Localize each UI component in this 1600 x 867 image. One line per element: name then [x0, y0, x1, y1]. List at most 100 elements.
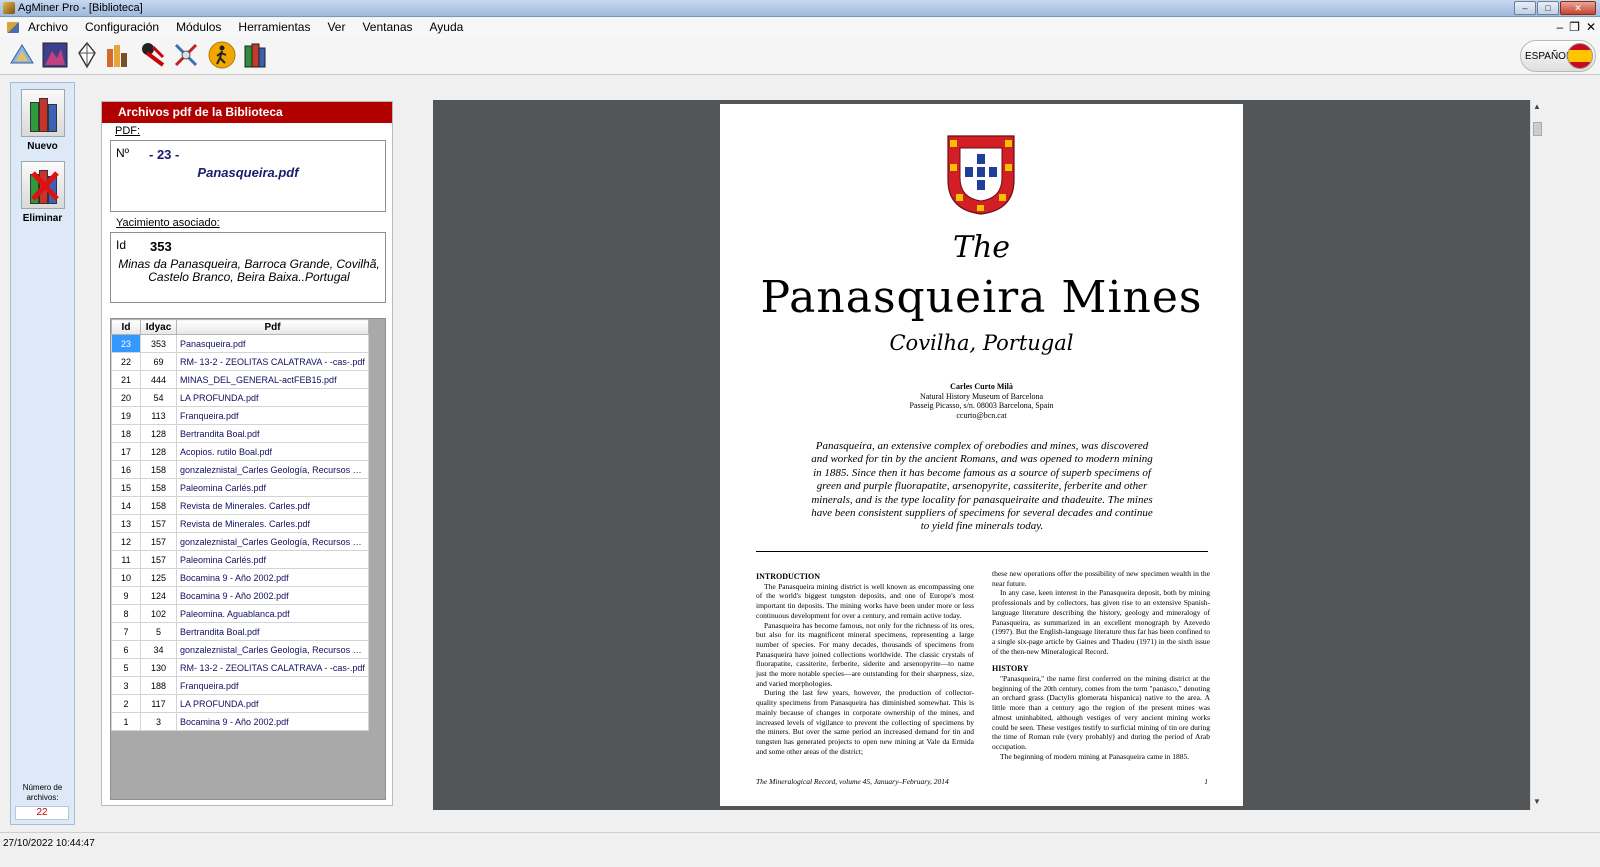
cell-id[interactable]: 14: [111, 496, 141, 515]
cell-pdf[interactable]: Bocamina 9 - Año 2002.pdf: [176, 586, 369, 605]
table-row[interactable]: 12 157 gonzaleznistal_Carles Geología, Rec…: [111, 532, 369, 551]
cell-pdf[interactable]: LA PROFUNDA.pdf: [176, 388, 369, 407]
menu-ayuda[interactable]: Ayuda: [430, 20, 464, 34]
cell-pdf[interactable]: Bertrandita Boal.pdf: [176, 424, 369, 443]
cell-id[interactable]: 2: [111, 694, 141, 713]
mountain-chart-icon[interactable]: [41, 41, 69, 69]
cell-pdf[interactable]: Paleomina Carlés.pdf: [176, 478, 369, 497]
cell-idyac[interactable]: 157: [140, 550, 177, 569]
cell-pdf[interactable]: Franqueira.pdf: [176, 406, 369, 425]
cell-idyac[interactable]: 69: [140, 352, 177, 371]
table-row[interactable]: 16 158 gonzaleznistal_Carles Geología, Rec…: [111, 460, 369, 479]
cell-idyac[interactable]: 444: [140, 370, 177, 389]
crystal-icon[interactable]: [73, 41, 101, 69]
map-compass-icon[interactable]: [8, 41, 36, 69]
column-header-pdf[interactable]: Pdf: [176, 319, 369, 335]
table-row[interactable]: 18 128 Bertrandita Boal.pdf: [111, 424, 369, 443]
cell-pdf[interactable]: Paleomina. Aguablanca.pdf: [176, 604, 369, 623]
cell-id[interactable]: 12: [111, 532, 141, 551]
menu-modulos[interactable]: Módulos: [176, 20, 221, 34]
scroll-up-icon[interactable]: ▲: [1533, 102, 1541, 111]
table-row[interactable]: 8 102 Paleomina. Aguablanca.pdf: [111, 604, 369, 623]
cell-idyac[interactable]: 158: [140, 460, 177, 479]
child-minimize-button[interactable]: –: [1556, 20, 1563, 34]
geology-hammer-icon[interactable]: [139, 41, 167, 69]
language-selector[interactable]: ESPAÑOL: [1520, 40, 1596, 72]
cell-id[interactable]: 10: [111, 568, 141, 587]
table-row[interactable]: 5 130 RM- 13-2 - ZEOLITAS CALATRAVA - -cas…: [111, 658, 369, 677]
cell-idyac[interactable]: 102: [140, 604, 177, 623]
cell-pdf[interactable]: Bocamina 9 - Año 2002.pdf: [176, 568, 369, 587]
cell-idyac[interactable]: 34: [140, 640, 177, 659]
cell-pdf[interactable]: Revista de Minerales. Carles.pdf: [176, 514, 369, 533]
table-row[interactable]: 21 444 MINAS_DEL_GENERAL-actFEB15.pdf: [111, 370, 369, 389]
child-window-icon[interactable]: [7, 22, 19, 33]
cell-idyac[interactable]: 128: [140, 424, 177, 443]
table-row[interactable]: 22 69 RM- 13-2 - ZEOLITAS CALATRAVA - -cas…: [111, 352, 369, 371]
cell-id[interactable]: 5: [111, 658, 141, 677]
cell-pdf[interactable]: gonzaleznistal_Carles Geología, Recursos…: [176, 532, 369, 551]
cell-id[interactable]: 23: [111, 334, 141, 353]
new-button[interactable]: Nuevo: [11, 89, 74, 152]
table-row[interactable]: 20 54 LA PROFUNDA.pdf: [111, 388, 369, 407]
cell-id[interactable]: 11: [111, 550, 141, 569]
maximize-button[interactable]: □: [1537, 1, 1559, 15]
cell-pdf[interactable]: LA PROFUNDA.pdf: [176, 694, 369, 713]
cell-id[interactable]: 7: [111, 622, 141, 641]
table-row[interactable]: 11 157 Paleomina Carlés.pdf: [111, 550, 369, 569]
table-row[interactable]: 10 125 Bocamina 9 - Año 2002.pdf: [111, 568, 369, 587]
table-row[interactable]: 19 113 Franqueira.pdf: [111, 406, 369, 425]
minimize-button[interactable]: –: [1514, 1, 1536, 15]
cell-id[interactable]: 1: [111, 712, 141, 731]
column-header-id[interactable]: Id: [111, 319, 141, 335]
table-row[interactable]: 9 124 Bocamina 9 - Año 2002.pdf: [111, 586, 369, 605]
cell-id[interactable]: 15: [111, 478, 141, 497]
cell-id[interactable]: 16: [111, 460, 141, 479]
menu-archivo[interactable]: Archivo: [28, 20, 68, 34]
cell-idyac[interactable]: 5: [140, 622, 177, 641]
table-row[interactable]: 15 158 Paleomina Carlés.pdf: [111, 478, 369, 497]
hiker-icon[interactable]: [208, 41, 236, 69]
child-close-button[interactable]: ✕: [1586, 20, 1596, 34]
cell-pdf[interactable]: Franqueira.pdf: [176, 676, 369, 695]
cell-id[interactable]: 9: [111, 586, 141, 605]
cell-idyac[interactable]: 3: [140, 712, 177, 731]
cell-pdf[interactable]: Revista de Minerales. Carles.pdf: [176, 496, 369, 515]
cell-pdf[interactable]: RM- 13-2 - ZEOLITAS CALATRAVA - -cas-.pd…: [176, 658, 369, 677]
menu-configuracion[interactable]: Configuración: [85, 20, 159, 34]
table-row[interactable]: 2 117 LA PROFUNDA.pdf: [111, 694, 369, 713]
cell-id[interactable]: 17: [111, 442, 141, 461]
table-row[interactable]: 3 188 Franqueira.pdf: [111, 676, 369, 695]
cell-idyac[interactable]: 124: [140, 586, 177, 605]
cell-id[interactable]: 13: [111, 514, 141, 533]
table-row[interactable]: 17 128 Acopios. rutilo Boal.pdf: [111, 442, 369, 461]
tools-icon[interactable]: [172, 41, 200, 69]
cell-id[interactable]: 19: [111, 406, 141, 425]
cell-id[interactable]: 22: [111, 352, 141, 371]
viewer-scrollbar[interactable]: ▲ ▼: [1530, 100, 1544, 810]
cell-pdf[interactable]: Paleomina Carlés.pdf: [176, 550, 369, 569]
cell-pdf[interactable]: RM- 13-2 - ZEOLITAS CALATRAVA - -cas-.pd…: [176, 352, 369, 371]
close-button[interactable]: ✕: [1560, 1, 1596, 15]
cell-idyac[interactable]: 353: [140, 334, 177, 353]
table-row[interactable]: 13 157 Revista de Minerales. Carles.pdf: [111, 514, 369, 533]
cell-pdf[interactable]: Bertrandita Boal.pdf: [176, 622, 369, 641]
table-row[interactable]: 6 34 gonzaleznistal_Carles Geología, Recur…: [111, 640, 369, 659]
table-row[interactable]: 7 5 Bertrandita Boal.pdf: [111, 622, 369, 641]
cell-pdf[interactable]: gonzaleznistal_Carles Geología, Recursos…: [176, 640, 369, 659]
menu-ver[interactable]: Ver: [327, 20, 345, 34]
cell-pdf[interactable]: Bocamina 9 - Año 2002.pdf: [176, 712, 369, 731]
library-books-icon[interactable]: [241, 41, 269, 69]
cell-idyac[interactable]: 113: [140, 406, 177, 425]
cell-id[interactable]: 3: [111, 676, 141, 695]
table-row[interactable]: 23 353 Panasqueira.pdf: [111, 334, 369, 353]
cell-idyac[interactable]: 157: [140, 532, 177, 551]
cell-idyac[interactable]: 130: [140, 658, 177, 677]
cell-id[interactable]: 20: [111, 388, 141, 407]
cell-idyac[interactable]: 157: [140, 514, 177, 533]
cell-idyac[interactable]: 125: [140, 568, 177, 587]
menu-herramientas[interactable]: Herramientas: [238, 20, 310, 34]
cell-pdf[interactable]: MINAS_DEL_GENERAL-actFEB15.pdf: [176, 370, 369, 389]
cell-pdf[interactable]: Panasqueira.pdf: [176, 334, 369, 353]
cell-idyac[interactable]: 158: [140, 478, 177, 497]
